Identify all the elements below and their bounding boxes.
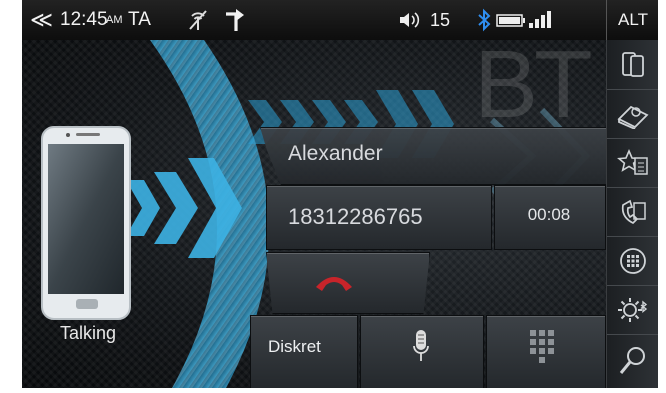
no-signal-icon [189, 10, 207, 30]
phone-transfer-button[interactable] [607, 40, 658, 90]
signal-bars-icon [529, 11, 551, 28]
keypad-icon [530, 330, 554, 363]
head-unit-display: ≪ 12:45 AM TA 15 ALT BT Talking Alexande… [22, 0, 658, 388]
favorites-button[interactable] [607, 138, 658, 188]
turn-arrow-icon [226, 9, 244, 31]
smartphone-graphic [41, 126, 131, 320]
bt-settings-icon [618, 297, 648, 322]
dialpad-icon [620, 247, 646, 274]
right-sidebar [606, 40, 658, 388]
volume-level: 15 [430, 10, 451, 30]
speaker-icon [400, 12, 420, 28]
phone-transfer-icon [622, 51, 644, 77]
bt-settings-button[interactable] [607, 285, 658, 335]
bluetooth-icon [478, 8, 491, 32]
clock-time: 12:45 [60, 9, 108, 30]
dialpad-button[interactable] [607, 236, 658, 286]
contacts-book-button[interactable] [607, 89, 658, 139]
contacts-book-icon [617, 105, 649, 129]
call-history-button[interactable] [607, 187, 658, 237]
ta-indicator: TA [128, 9, 151, 30]
alt-label: ALT [618, 10, 648, 29]
phone-number: 18312286765 [288, 204, 423, 229]
clock-ampm: AM [106, 14, 123, 26]
search-button[interactable] [607, 334, 658, 388]
back-button[interactable]: ≪ [30, 0, 53, 40]
contact-name: Alexander [288, 142, 383, 165]
hang-up-icon [316, 277, 352, 291]
alt-button[interactable]: ALT [606, 0, 658, 40]
screen: ≪ 12:45 AM TA 15 ALT BT Talking Alexande… [0, 0, 666, 393]
call-history-icon [621, 199, 646, 224]
call-status-label: Talking [59, 323, 117, 343]
search-icon [619, 347, 645, 374]
call-duration: 00:08 [527, 205, 571, 224]
diskret-label: Diskret [268, 337, 321, 356]
favorites-icon [617, 148, 648, 175]
microphone-icon [413, 330, 429, 361]
battery-icon [496, 14, 525, 27]
